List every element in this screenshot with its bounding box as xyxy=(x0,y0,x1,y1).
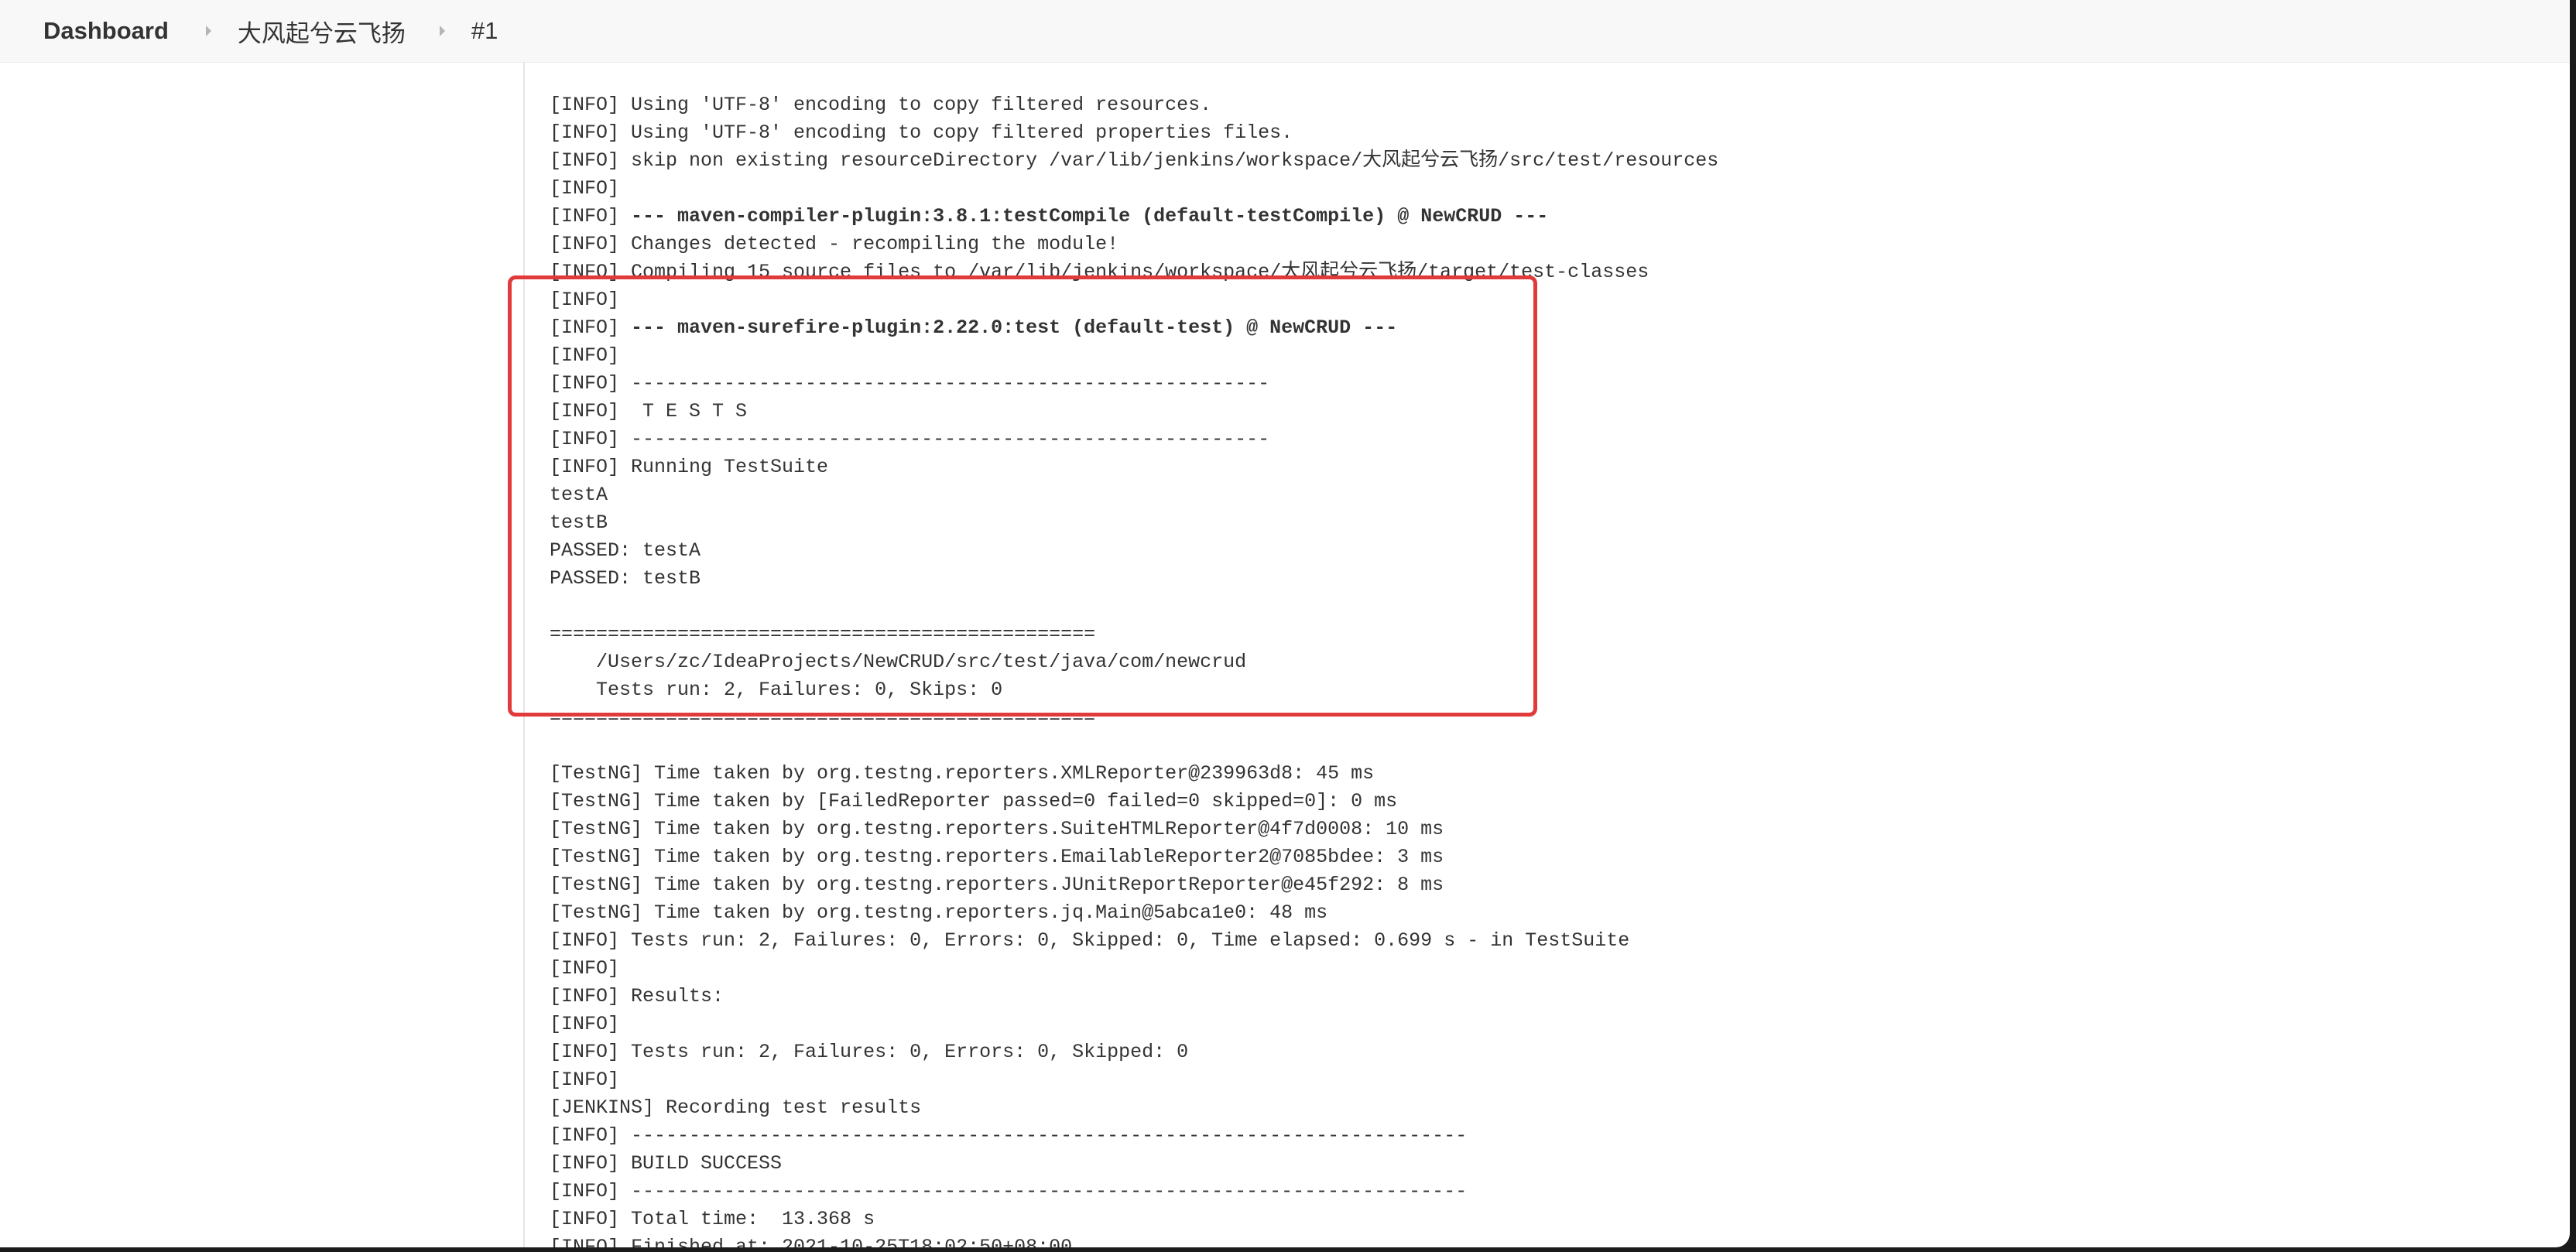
console-line: [INFO] Tests run: 2, Failures: 0, Errors… xyxy=(550,1038,1188,1066)
console-line: [INFO] Changes detected - recompiling th… xyxy=(550,231,1118,258)
console-line: [TestNG] Time taken by org.testng.report… xyxy=(550,871,1444,899)
console-line-text: [TestNG] Time taken by org.testng.report… xyxy=(550,901,1328,924)
console-line: [INFO] xyxy=(550,1066,619,1094)
console-line-text: [INFO] Tests run: 2, Failures: 0, Errors… xyxy=(550,1041,1189,1063)
console-line: [TestNG] Time taken by org.testng.report… xyxy=(550,843,1444,871)
console-line: [INFO] Results: xyxy=(550,983,724,1011)
console-line-text: [INFO] xyxy=(550,1069,620,1091)
console-line-text: [TestNG] Time taken by org.testng.report… xyxy=(550,762,1375,785)
console-line-text: [INFO] Using 'UTF-8' encoding to copy fi… xyxy=(550,121,1293,144)
console-line-text: [INFO] xyxy=(550,957,620,980)
console-line: [TestNG] Time taken by org.testng.report… xyxy=(550,760,1374,788)
console-line-text: [INFO] Tests run: 2, Failures: 0, Errors… xyxy=(550,929,1630,952)
console-line-text: [INFO] skip non existing resourceDirecto… xyxy=(550,149,1719,172)
console-line-text: [INFO] BUILD SUCCESS xyxy=(550,1152,783,1175)
console-line-bold-text: --- maven-compiler-plugin:3.8.1:testComp… xyxy=(631,205,1549,227)
console-line: [INFO] Using 'UTF-8' encoding to copy fi… xyxy=(550,119,1293,147)
console-line: [INFO] Finished at: 2021-10-25T18:02:50+… xyxy=(550,1233,1072,1247)
console-line: [INFO] xyxy=(550,175,619,203)
console-line-text: [TestNG] Time taken by org.testng.report… xyxy=(550,818,1444,840)
console-line-text: [TestNG] Time taken by org.testng.report… xyxy=(550,846,1444,868)
breadcrumb-dashboard[interactable]: Dashboard xyxy=(43,17,169,45)
console-line: [TestNG] Time taken by org.testng.report… xyxy=(550,816,1444,843)
console-line-text: [INFO] xyxy=(550,1013,620,1035)
console-line: [JENKINS] Recording test results xyxy=(550,1094,921,1122)
console-line-text: [INFO] Results: xyxy=(550,985,724,1007)
console-line: [INFO] BUILD SUCCESS xyxy=(550,1150,782,1178)
console-line: [INFO] Total time: 13.368 s xyxy=(550,1206,875,1233)
breadcrumb-separator-icon xyxy=(439,26,445,36)
console-line-text: [JENKINS] Recording test results xyxy=(550,1096,922,1119)
console-line: [INFO] --- maven-compiler-plugin:3.8.1:t… xyxy=(550,203,1548,231)
console-line-text: [TestNG] Time taken by [FailedReporter p… xyxy=(550,790,1398,812)
console-line-text: [INFO] Using 'UTF-8' encoding to copy fi… xyxy=(550,94,1212,116)
console-line: [INFO] xyxy=(550,955,619,983)
console-line-text: [INFO] Changes detected - recompiling th… xyxy=(550,233,1119,255)
console-line-text: [INFO] ---------------------------------… xyxy=(550,1180,1468,1202)
breadcrumb: Dashboard 大风起兮云飞扬 #1 xyxy=(0,0,2570,63)
jenkins-window: Dashboard 大风起兮云飞扬 #1 [INFO] Using 'UTF-8… xyxy=(0,0,2570,1247)
test-results-highlight xyxy=(508,275,1537,717)
console-line-text: [INFO] xyxy=(550,177,620,200)
console-line: [TestNG] Time taken by org.testng.report… xyxy=(550,899,1327,927)
console-line: [INFO] xyxy=(550,1011,619,1038)
console-line: [INFO] ---------------------------------… xyxy=(550,1178,1467,1206)
console-line: [TestNG] Time taken by [FailedReporter p… xyxy=(550,788,1397,816)
breadcrumb-separator-icon xyxy=(205,26,211,36)
console-line-text: [INFO] Total time: 13.368 s xyxy=(550,1208,875,1230)
console-line: [INFO] skip non existing resourceDirecto… xyxy=(550,147,1718,175)
breadcrumb-job[interactable]: 大风起兮云飞扬 xyxy=(238,14,406,49)
breadcrumb-build[interactable]: #1 xyxy=(471,17,498,45)
console-line-text: [INFO] xyxy=(550,205,632,227)
console-line-text: [TestNG] Time taken by org.testng.report… xyxy=(550,874,1444,896)
console-line-text: [INFO] Finished at: 2021-10-25T18:02:50+… xyxy=(550,1236,1073,1247)
console-line: [INFO] ---------------------------------… xyxy=(550,1122,1467,1150)
console-line: [INFO] Tests run: 2, Failures: 0, Errors… xyxy=(550,927,1629,955)
console-line-text: [INFO] ---------------------------------… xyxy=(550,1124,1468,1147)
console-line: [INFO] Using 'UTF-8' encoding to copy fi… xyxy=(550,91,1211,119)
